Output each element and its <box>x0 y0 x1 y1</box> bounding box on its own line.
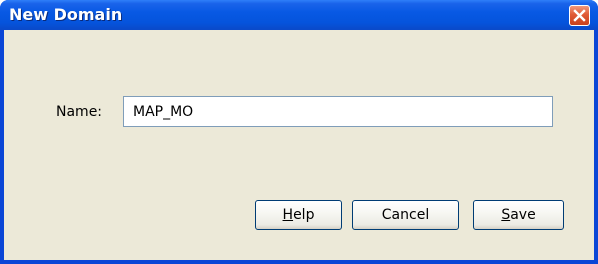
name-label: Name: <box>56 104 103 120</box>
save-label-rest: ave <box>510 207 536 223</box>
close-icon <box>573 9 586 22</box>
help-button[interactable]: Help <box>255 200 342 230</box>
cancel-label: Cancel <box>381 207 430 223</box>
help-mnemonic: H <box>282 207 294 223</box>
name-input[interactable] <box>123 96 553 127</box>
dialog-title: New Domain <box>9 5 123 24</box>
save-button[interactable]: Save <box>473 200 564 230</box>
title-bar[interactable]: New Domain <box>0 0 598 30</box>
cancel-button[interactable]: Cancel <box>352 200 459 230</box>
close-button[interactable] <box>569 5 590 26</box>
save-mnemonic: S <box>501 207 511 223</box>
dialog-body: Name: Help Cancel Save <box>4 30 594 260</box>
new-domain-dialog: New Domain Name: Help Cancel Save <box>0 0 598 264</box>
help-label-rest: elp <box>293 207 315 223</box>
